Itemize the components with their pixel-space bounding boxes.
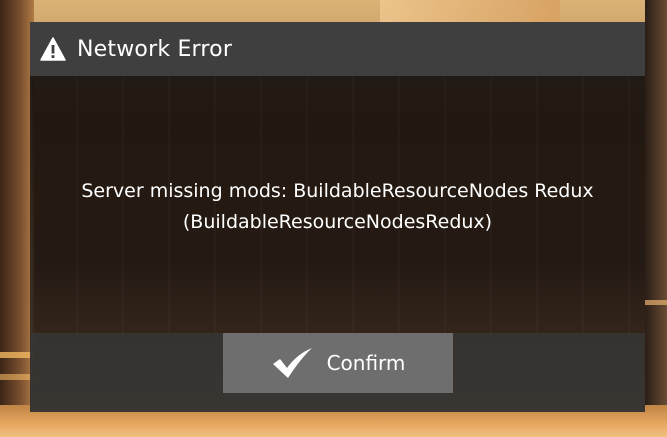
error-message-line-1: Server missing mods: BuildableResourceNo…: [81, 180, 594, 202]
checkmark-icon: [272, 348, 312, 378]
network-error-dialog: Network Error Server missing mods: Build…: [30, 22, 645, 412]
error-message: Server missing mods: BuildableResourceNo…: [30, 176, 645, 238]
background-beam: [0, 352, 34, 358]
dialog-body: Server missing mods: BuildableResourceNo…: [30, 76, 645, 333]
background-beam: [0, 374, 34, 380]
dialog-footer: Confirm: [30, 333, 645, 412]
error-message-line-2: (BuildableResourceNodesRedux): [182, 211, 493, 233]
dialog-title: Network Error: [77, 36, 233, 62]
confirm-button[interactable]: Confirm: [223, 333, 453, 393]
dialog-titlebar: Network Error: [30, 22, 645, 76]
background-right-structure: [645, 0, 667, 437]
warning-icon: [40, 37, 66, 61]
game-background: Network Error Server missing mods: Build…: [0, 0, 667, 437]
confirm-button-label: Confirm: [326, 351, 406, 375]
background-beam: [645, 300, 667, 305]
background-left-structure: [0, 0, 34, 437]
background-glow: [380, 0, 560, 22]
